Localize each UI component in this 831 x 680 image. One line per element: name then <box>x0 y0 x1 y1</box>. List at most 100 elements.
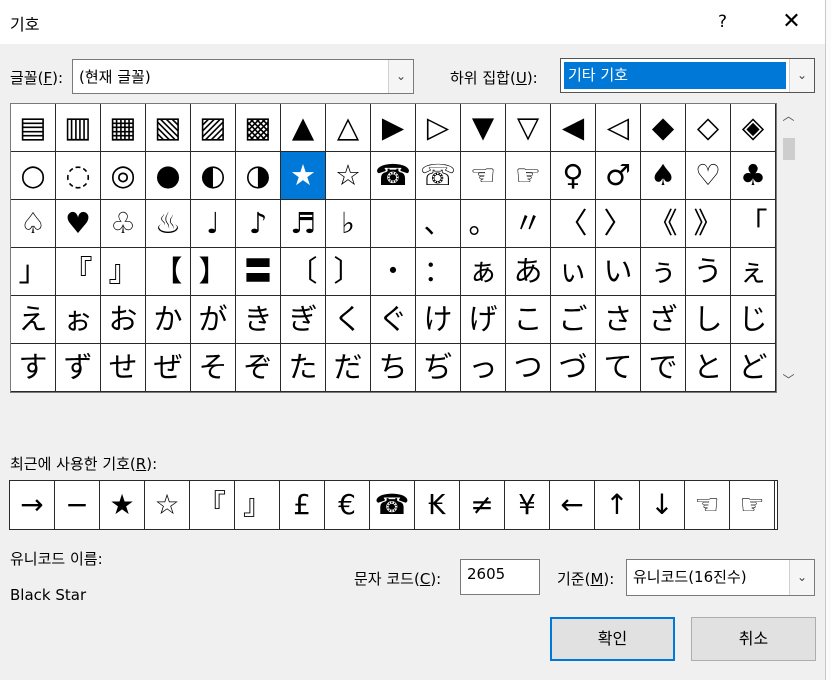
symbol-cell[interactable]: ○ <box>11 152 56 200</box>
symbol-cell[interactable]: 〕 <box>326 248 371 296</box>
ok-button[interactable]: 확인 <box>550 617 675 661</box>
symbol-cell[interactable]: 【 <box>146 248 191 296</box>
symbol-cell[interactable]: ☜ <box>461 152 506 200</box>
symbol-cell[interactable]: ♀ <box>551 152 596 200</box>
symbol-cell[interactable]: 。 <box>461 200 506 248</box>
symbol-cell[interactable]: ▷ <box>416 104 461 152</box>
symbol-cell[interactable]: ☆ <box>326 152 371 200</box>
symbol-cell[interactable]: 』 <box>101 248 146 296</box>
symbol-cell[interactable]: ▨ <box>191 104 236 152</box>
symbol-cell[interactable]: ▶ <box>371 104 416 152</box>
recent-symbol-cell[interactable]: 』 <box>235 481 280 529</box>
symbol-cell[interactable]: ♂ <box>596 152 641 200</box>
symbol-cell[interactable]: じ <box>731 296 776 344</box>
help-button[interactable]: ? <box>700 0 745 44</box>
recent-symbol-cell[interactable]: ¥ <box>505 481 550 529</box>
recent-symbol-cell[interactable]: − <box>55 481 100 529</box>
scroll-up-icon[interactable]: ︿ <box>777 107 800 124</box>
symbol-cell[interactable]: か <box>146 296 191 344</box>
recent-symbol-cell[interactable]: ← <box>550 481 595 529</box>
symbol-cell[interactable]: ： <box>416 248 461 296</box>
symbol-cell[interactable]: 】 <box>191 248 236 296</box>
symbol-cell[interactable]: ▼ <box>461 104 506 152</box>
symbol-cell[interactable]: ◁ <box>596 104 641 152</box>
symbol-cell[interactable]: す <box>11 344 56 392</box>
symbol-cell[interactable]: 」 <box>11 248 56 296</box>
symbol-cell[interactable]: 《 <box>641 200 686 248</box>
symbol-cell[interactable]: ♭ <box>326 200 371 248</box>
symbol-cell[interactable]: ち <box>371 344 416 392</box>
symbol-cell[interactable]: お <box>101 296 146 344</box>
symbol-cell[interactable]: そ <box>191 344 236 392</box>
symbol-cell[interactable]: せ <box>101 344 146 392</box>
symbol-cell[interactable]: 〃 <box>506 200 551 248</box>
symbol-cell[interactable]: ♨ <box>146 200 191 248</box>
symbol-cell[interactable]: ぎ <box>281 296 326 344</box>
symbol-cell[interactable]: ♣ <box>731 152 776 200</box>
recent-symbol-cell[interactable]: ☆ <box>145 481 190 529</box>
symbol-cell[interactable]: え <box>11 296 56 344</box>
symbol-cell[interactable]: ♧ <box>101 200 146 248</box>
symbol-cell[interactable]: ど <box>731 344 776 392</box>
recent-symbol-cell[interactable]: ≠ <box>460 481 505 529</box>
symbol-cell[interactable]: い <box>596 248 641 296</box>
recent-symbol-cell[interactable]: € <box>325 481 370 529</box>
symbol-cell[interactable]: 》 <box>686 200 731 248</box>
symbol-cell[interactable]: づ <box>551 344 596 392</box>
symbol-cell[interactable]: ♪ <box>236 200 281 248</box>
symbol-cell[interactable]: け <box>416 296 461 344</box>
symbol-cell[interactable]: 〔 <box>281 248 326 296</box>
symbol-cell[interactable]: ◑ <box>236 152 281 200</box>
symbol-cell[interactable]: ◐ <box>191 152 236 200</box>
symbol-cell[interactable]: △ <box>326 104 371 152</box>
symbol-cell[interactable]: ざ <box>641 296 686 344</box>
symbol-cell[interactable]: ぐ <box>371 296 416 344</box>
basis-dropdown[interactable]: 유니코드(16진수) ⌄ <box>626 559 815 596</box>
close-button[interactable]: ✕ <box>768 0 815 44</box>
symbol-cell[interactable]: ☞ <box>506 152 551 200</box>
symbol-cell[interactable]: ぜ <box>146 344 191 392</box>
symbol-cell[interactable]: ● <box>146 152 191 200</box>
symbol-cell[interactable]: た <box>281 344 326 392</box>
symbol-cell[interactable]: ☎ <box>371 152 416 200</box>
symbol-cell[interactable]: 、 <box>416 200 461 248</box>
symbol-cell[interactable]: ♤ <box>11 200 56 248</box>
symbol-cell[interactable]: さ <box>596 296 641 344</box>
symbol-cell[interactable]: て <box>596 344 641 392</box>
symbol-cell[interactable]: ♡ <box>686 152 731 200</box>
subset-dropdown[interactable]: 기타 기호 ⌄ <box>560 58 815 93</box>
symbol-cell[interactable]: ぉ <box>56 296 101 344</box>
recent-symbol-cell[interactable]: ☎ <box>370 481 415 529</box>
symbol-cell[interactable]: あ <box>506 248 551 296</box>
symbol-cell[interactable]: ▽ <box>506 104 551 152</box>
symbol-cell[interactable]: 〈 <box>551 200 596 248</box>
chevron-down-icon[interactable]: ⌄ <box>789 560 814 595</box>
cancel-button[interactable]: 취소 <box>691 617 816 661</box>
char-code-input[interactable]: 2605 <box>460 559 540 595</box>
chevron-down-icon[interactable]: ⌄ <box>789 59 814 92</box>
symbol-cell[interactable]: ♥ <box>56 200 101 248</box>
symbol-cell[interactable]: く <box>326 296 371 344</box>
symbol-cell[interactable]: き <box>236 296 281 344</box>
symbol-cell[interactable]: ぇ <box>731 248 776 296</box>
symbol-cell[interactable]: ぅ <box>641 248 686 296</box>
symbol-cell[interactable]: ▲ <box>281 104 326 152</box>
symbol-cell[interactable]: ☏ <box>416 152 461 200</box>
symbol-cell[interactable]: ぃ <box>551 248 596 296</box>
symbol-cell[interactable]: で <box>641 344 686 392</box>
symbol-cell[interactable]: と <box>686 344 731 392</box>
chevron-down-icon[interactable]: ⌄ <box>388 60 413 93</box>
symbol-cell-selected[interactable]: ★ <box>281 152 326 200</box>
symbol-cell[interactable]: ▦ <box>101 104 146 152</box>
symbol-cell[interactable]: ♩ <box>191 200 236 248</box>
symbol-cell[interactable]: ぁ <box>461 248 506 296</box>
symbol-cell[interactable]: だ <box>326 344 371 392</box>
symbol-cell[interactable]: し <box>686 296 731 344</box>
recent-symbol-cell[interactable]: ☜ <box>685 481 730 529</box>
scroll-thumb[interactable] <box>783 138 795 160</box>
symbol-cell[interactable]: 「 <box>731 200 776 248</box>
symbol-cell[interactable]: ◀ <box>551 104 596 152</box>
recent-symbol-cell[interactable]: £ <box>280 481 325 529</box>
symbol-cell[interactable]: 『 <box>56 248 101 296</box>
symbol-cell[interactable]: つ <box>506 344 551 392</box>
